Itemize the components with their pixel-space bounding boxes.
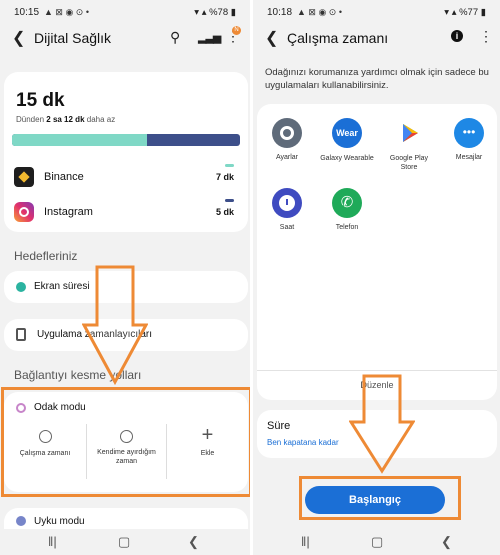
binance-icon — [14, 167, 34, 187]
app-label: Google Play Store — [389, 155, 429, 171]
recents-icon[interactable]: ‖| — [48, 534, 57, 549]
instagram-icon — [14, 202, 34, 222]
usage-comparison: Dünden 2 sa 12 dk daha az — [16, 115, 116, 124]
app-label: Ayarlar — [275, 154, 299, 161]
app-label: Telefon — [335, 224, 359, 231]
page-title: Dijital Sağlık — [34, 30, 112, 46]
moon-icon — [16, 516, 26, 526]
app-tile-settings[interactable]: Ayarlar — [261, 118, 313, 161]
duration-value: Ben kapatana kadar — [267, 438, 339, 447]
digital-wellbeing-screen: 10:15 ▲ ⊠ ◉ ⊙ • ▾ ▴ %78 ▮ ❮ Dijital Sağl… — [0, 0, 250, 555]
back-icon[interactable]: ❮ — [441, 534, 452, 550]
total-usage: 15 dk — [16, 90, 65, 111]
recents-icon[interactable]: ‖| — [301, 534, 310, 549]
bedtime-label: Uyku modu — [34, 516, 85, 527]
bedtime-mode-item[interactable]: Uyku modu — [4, 508, 248, 530]
work-mode-screen: 10:18 ▲ ⊠ ◉ ⊙ • ▾ ▴ %77 ▮ ❮ Çalışma zama… — [250, 0, 500, 555]
annotation-arrow-icon — [82, 265, 148, 385]
usage-card[interactable]: 15 dk Dünden 2 sa 12 dk daha az Binance … — [4, 72, 248, 232]
app-time: 7 dk — [215, 172, 234, 182]
app-name: Instagram — [44, 206, 93, 218]
phone-icon: ✆ — [332, 188, 362, 218]
app-label: Mesajlar — [455, 154, 483, 161]
info-icon[interactable]: i — [451, 30, 463, 42]
home-icon[interactable]: ▢ — [118, 534, 130, 550]
settings-icon — [272, 118, 302, 148]
hourglass-icon — [16, 328, 26, 341]
usage-bar — [12, 134, 240, 146]
app-tile-clock[interactable]: Saat — [261, 188, 313, 231]
navigation-bar: ‖| ▢ ❮ — [253, 529, 500, 555]
app-tile-galaxy-wearable[interactable]: Wear Galaxy Wearable — [319, 118, 375, 163]
annotation-highlight — [1, 387, 250, 497]
app-time: 5 dk — [215, 207, 234, 217]
status-bar: 10:15 ▲ ⊠ ◉ ⊙ • ▾ ▴ %78 ▮ — [0, 0, 250, 24]
app-tile-phone[interactable]: ✆ Telefon — [319, 188, 375, 231]
play-store-icon — [394, 118, 424, 148]
notification-badge: N — [232, 26, 241, 35]
app-tile-messages[interactable]: ••• Mesajlar — [443, 118, 495, 161]
messages-icon: ••• — [454, 118, 484, 148]
clock-icon — [16, 282, 26, 292]
status-time: 10:15 — [14, 7, 40, 18]
app-label: Saat — [279, 224, 295, 231]
back-arrow-icon[interactable]: ❮ — [265, 28, 278, 48]
wear-icon: Wear — [332, 118, 362, 148]
annotation-arrow-icon — [349, 374, 415, 474]
app-usage-marker — [225, 164, 234, 167]
battery-level: ▾ ▴ %78 ▮ — [194, 7, 236, 18]
search-icon[interactable]: ⚲ — [170, 29, 180, 46]
duration-title: Süre — [267, 420, 291, 432]
app-bar: ❮ Çalışma zamanı i ⋮ — [253, 24, 500, 54]
description: Odağınızı korumanıza yardımcı olmak için… — [265, 67, 489, 91]
app-bar: ❮ Dijital Sağlık ⚲ ▂▃▅ ⋮ N — [0, 24, 250, 54]
notification-icons: ▲ ⊠ ◉ ⊙ • — [297, 7, 342, 17]
back-arrow-icon[interactable]: ❮ — [12, 28, 25, 48]
navigation-bar: ‖| ▢ ❮ — [0, 529, 250, 555]
goals-heading: Hedefleriniz — [14, 249, 78, 263]
chart-icon[interactable]: ▂▃▅ — [198, 31, 221, 44]
status-time: 10:18 — [267, 7, 293, 18]
app-name: Binance — [44, 171, 84, 183]
page-title: Çalışma zamanı — [287, 30, 389, 46]
notification-icons: ▲ ⊠ ◉ ⊙ • — [44, 7, 89, 17]
more-options-icon[interactable]: ⋮ — [479, 28, 493, 45]
home-icon[interactable]: ▢ — [371, 534, 383, 550]
allowed-apps-card: Ayarlar Wear Galaxy Wearable Google Play… — [257, 104, 497, 400]
annotation-highlight — [299, 476, 461, 520]
status-bar: 10:18 ▲ ⊠ ◉ ⊙ • ▾ ▴ %77 ▮ — [253, 0, 500, 24]
app-tile-play-store[interactable]: Google Play Store — [381, 118, 437, 172]
battery-level: ▾ ▴ %77 ▮ — [444, 7, 486, 18]
usage-bar-fill — [12, 134, 147, 146]
clock-icon — [272, 188, 302, 218]
back-icon[interactable]: ❮ — [188, 534, 199, 550]
app-usage-marker — [225, 199, 234, 202]
divider — [257, 370, 497, 371]
app-label: Galaxy Wearable — [320, 155, 374, 162]
